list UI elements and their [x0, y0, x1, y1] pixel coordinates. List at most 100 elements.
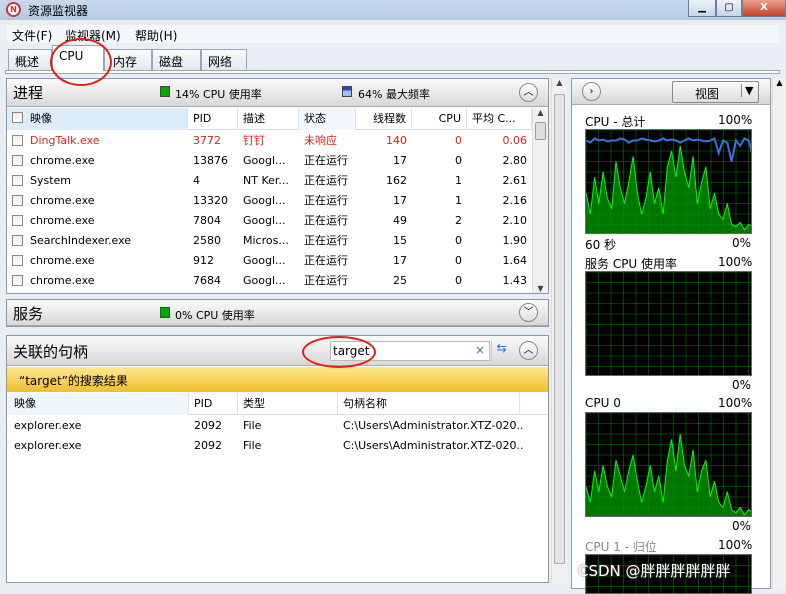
- cell-status: 未响应: [304, 134, 337, 147]
- col-description[interactable]: 描述: [238, 108, 299, 130]
- process-column-header: 映像 PID 描述 状态 线程数 CPU 平均 C...: [7, 108, 532, 130]
- graph-max: 100%: [718, 113, 753, 127]
- handle-cell: 2092: [194, 439, 222, 452]
- handles-column-header: 映像 PID 类型 句柄名称: [7, 393, 548, 415]
- cell-image: chrome.exe: [30, 214, 95, 227]
- minimize-button[interactable]: ▁: [688, 0, 716, 17]
- cell-avg-cpu: 1.64: [502, 254, 528, 267]
- cell-image: System: [30, 174, 72, 187]
- main-scrollbar[interactable]: ▲: [551, 78, 567, 583]
- expand-chevron-down-icon[interactable]: ﹀: [519, 303, 538, 322]
- cell-description: NT Ker...: [243, 174, 289, 187]
- process-checkbox[interactable]: [12, 195, 23, 206]
- col-handle-name[interactable]: 句柄名称: [338, 393, 520, 415]
- cell-pid: 4: [193, 174, 200, 187]
- cell-threads: 140: [386, 134, 407, 147]
- handles-title: 关联的句柄: [13, 343, 89, 361]
- process-row[interactable]: chrome.exe 7684 Googl... 正在运行 25 0 1.43: [7, 271, 532, 291]
- select-all-checkbox[interactable]: [12, 112, 23, 123]
- maximize-button[interactable]: ▢: [716, 0, 742, 17]
- process-scrollbar[interactable]: ▲ ▼: [532, 108, 548, 293]
- process-row[interactable]: chrome.exe 13320 Googl... 正在运行 17 1 2.16: [7, 191, 532, 211]
- cell-status: 正在运行: [304, 254, 348, 267]
- search-result-banner: “target”的搜索结果: [7, 367, 548, 392]
- graph-min: 0%: [732, 236, 752, 250]
- cell-description: Googl...: [243, 154, 286, 167]
- cell-description: Googl...: [243, 274, 286, 287]
- cell-cpu: 0: [455, 134, 462, 147]
- cell-threads: 15: [393, 234, 407, 247]
- menu-file[interactable]: 文件(F): [12, 27, 52, 44]
- services-cpu-icon: [160, 307, 170, 318]
- process-checkbox[interactable]: [12, 135, 23, 146]
- expand-chevron-right-icon[interactable]: ›: [582, 82, 601, 101]
- cell-cpu: 1: [455, 194, 462, 207]
- col-status[interactable]: 状态: [299, 108, 356, 130]
- process-row[interactable]: SearchIndexer.exe 2580 Micros... 正在运行 15 0 1.9…: [7, 231, 532, 251]
- menu-help[interactable]: 帮助(H): [135, 27, 177, 44]
- graphs-scrollbar[interactable]: ▲: [772, 78, 786, 589]
- col-threads[interactable]: 线程数: [356, 108, 412, 130]
- cell-cpu: 2: [455, 214, 462, 227]
- collapse-chevron-up-icon[interactable]: ︿: [519, 83, 538, 102]
- close-button[interactable]: X: [742, 0, 786, 17]
- process-checkbox[interactable]: [12, 175, 23, 186]
- col-cpu[interactable]: CPU: [412, 108, 467, 130]
- cell-status: 正在运行: [304, 154, 348, 167]
- graph-max: 100%: [718, 538, 753, 552]
- process-list: DingTalk.exe 3772 钉钉 未响应 140 0 0.06 chrome.exe 1…: [7, 131, 532, 291]
- col-handle-image[interactable]: 映像: [7, 393, 189, 415]
- cell-image: chrome.exe: [30, 274, 95, 287]
- cell-pid: 2580: [193, 234, 221, 247]
- graph-timespan: 60 秒: [585, 238, 617, 252]
- services-panel: 服务 0% CPU 使用率 ﹀: [6, 299, 549, 327]
- process-checkbox[interactable]: [12, 235, 23, 246]
- col-handle-type[interactable]: 类型: [238, 393, 338, 415]
- process-checkbox[interactable]: [12, 275, 23, 286]
- services-cpu-text: 0% CPU 使用率: [175, 309, 255, 322]
- col-handle-pid[interactable]: PID: [189, 393, 238, 415]
- cell-image: SearchIndexer.exe: [30, 234, 132, 247]
- cell-image: chrome.exe: [30, 154, 95, 167]
- process-row[interactable]: chrome.exe 13876 Googl... 正在运行 17 0 2.80: [7, 151, 532, 171]
- clear-search-icon[interactable]: ×: [475, 343, 485, 357]
- cpu-usage-icon: [160, 86, 170, 97]
- process-checkbox[interactable]: [12, 255, 23, 266]
- refresh-search-icon[interactable]: ⇆: [491, 341, 511, 361]
- graph-max: 100%: [718, 396, 753, 410]
- process-row[interactable]: chrome.exe 912 Googl... 正在运行 17 0 1.64: [7, 251, 532, 271]
- cell-description: Googl...: [243, 194, 286, 207]
- cell-status: 正在运行: [304, 174, 348, 187]
- process-checkbox[interactable]: [12, 215, 23, 226]
- handles-header[interactable]: 关联的句柄 × ⇆ ︿: [7, 336, 548, 366]
- tab-network[interactable]: 网络: [201, 49, 247, 70]
- process-checkbox[interactable]: [12, 155, 23, 166]
- cpu-usage-text: 14% CPU 使用率: [175, 88, 262, 101]
- cell-threads: 17: [393, 194, 407, 207]
- handle-list: explorer.exe 2092 File C:\Users\Administrat…: [7, 416, 548, 456]
- view-dropdown[interactable]: 视图 ▼: [672, 81, 759, 103]
- process-row[interactable]: chrome.exe 7804 Googl... 正在运行 49 2 2.10: [7, 211, 532, 231]
- cell-avg-cpu: 2.61: [502, 174, 528, 187]
- tab-overview[interactable]: 概述: [8, 49, 52, 70]
- process-row[interactable]: DingTalk.exe 3772 钉钉 未响应 140 0 0.06: [7, 131, 532, 151]
- watermark: CSDN @胖胖胖胖胖胖: [578, 562, 731, 580]
- col-avg-cpu[interactable]: 平均 C...: [467, 108, 532, 130]
- handle-row[interactable]: explorer.exe 2092 File C:\Users\Administrat…: [7, 416, 548, 436]
- process-row[interactable]: System 4 NT Ker... 正在运行 162 1 2.61: [7, 171, 532, 191]
- cell-pid: 13876: [193, 154, 228, 167]
- handle-cell: File: [243, 439, 262, 452]
- cell-status: 正在运行: [304, 214, 348, 227]
- processes-title: 进程: [13, 84, 44, 102]
- col-pid[interactable]: PID: [188, 108, 238, 130]
- col-image[interactable]: 映像: [7, 108, 188, 130]
- tab-disk[interactable]: 磁盘: [152, 49, 201, 70]
- collapse-chevron-up-icon[interactable]: ︿: [519, 341, 538, 360]
- cell-image: chrome.exe: [30, 194, 95, 207]
- cell-description: Googl...: [243, 254, 286, 267]
- services-header[interactable]: 服务 0% CPU 使用率 ﹀: [7, 300, 548, 326]
- handle-row[interactable]: explorer.exe 2092 File C:\Users\Administrat…: [7, 436, 548, 456]
- services-title: 服务: [13, 305, 44, 323]
- graph-min: 0%: [732, 378, 752, 392]
- cell-description: Micros...: [243, 234, 289, 247]
